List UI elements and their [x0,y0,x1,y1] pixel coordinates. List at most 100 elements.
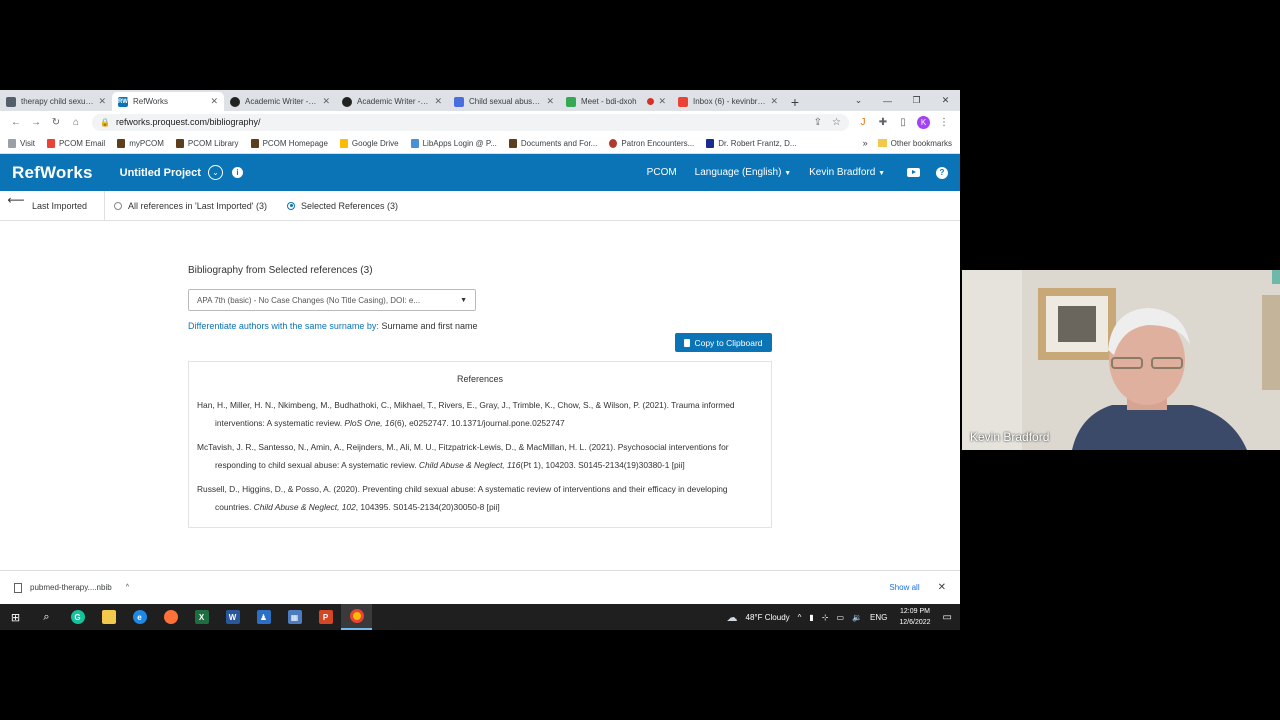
browser-menu-icon[interactable]: ⋮ [934,117,954,128]
close-tab-icon[interactable]: ✕ [770,96,778,107]
back-arrow-icon[interactable]: ⟵ [0,193,32,207]
citation-style-select[interactable]: APA 7th (basic) - No Case Changes (No Ti… [188,289,476,311]
other-bookmarks-label: Other bookmarks [890,138,952,148]
browser-tab-1[interactable]: therapy child sexual a ✕ [0,92,112,111]
radio-button[interactable] [114,201,122,210]
references-header: References [456,374,504,384]
user-menu[interactable]: Kevin Bradford ▼ [809,167,885,178]
downloaded-file[interactable]: pubmed-therapy....nbib ^ [14,582,129,593]
extension-icon[interactable]: J [853,117,873,128]
other-bookmarks[interactable]: Other bookmarks [877,138,952,148]
profile-avatar[interactable]: K [917,115,930,129]
taskbar-file-explorer[interactable] [93,604,124,630]
bookmark-item[interactable]: Google Drive [339,138,399,148]
windows-taskbar: ⊞ ⌕ G e X W ♟ ▦ P ☁ 48°F Cloudy ^ ▮ ⊹ ▭ … [0,604,960,630]
puzzle-extensions-icon[interactable]: ✚ [873,117,893,128]
side-panel-icon[interactable]: ▯ [893,117,913,128]
close-tab-icon[interactable]: ✕ [322,96,330,107]
close-tab-icon[interactable]: ✕ [210,96,218,107]
bookmark-item[interactable]: PCOM Email [46,138,105,148]
chevron-up-icon[interactable]: ^ [798,613,802,622]
back-icon[interactable]: ← [6,117,26,128]
weather-text[interactable]: 48°F Cloudy [746,613,790,622]
bookmark-item[interactable]: Documents and For... [508,138,597,148]
file-icon [14,582,22,593]
browser-tab-4[interactable]: Academic Writer - Bu ✕ [336,92,448,111]
taskbar-firefox[interactable] [155,604,186,630]
minimize-icon[interactable]: — [873,96,902,106]
institution-link[interactable]: PCOM [647,167,677,178]
refworks-logo[interactable]: RefWorks [12,163,93,183]
taskbar-powerpoint[interactable]: P [310,604,341,630]
chevron-up-icon[interactable]: ^ [126,584,129,591]
copy-to-clipboard-button[interactable]: Copy to Clipboard [675,333,772,352]
browser-tab-7[interactable]: Inbox (6) - kevinbr2@ ✕ [672,92,784,111]
new-tab-button[interactable]: + [784,92,806,111]
notifications-icon[interactable]: ▭ [943,612,952,623]
bookmark-item[interactable]: LibApps Login @ P... [410,138,497,148]
taskbar-excel[interactable]: X [186,604,217,630]
show-all-downloads[interactable]: Show all [889,583,919,592]
bookmark-item[interactable]: PCOM Library [175,138,239,148]
language-menu[interactable]: Language (English) ▼ [695,167,791,178]
volume-icon[interactable]: 🔉 [852,613,862,622]
taskbar-word[interactable]: W [217,604,248,630]
browser-tab-6[interactable]: Meet - bdi-dxoh ✕ [560,92,672,111]
bookmark-item[interactable]: myPCOM [117,138,164,148]
radio-selected-references[interactable]: Selected References (3) [287,201,398,211]
tab-search-icon[interactable]: ⌄ [844,95,873,106]
radio-all-references[interactable]: All references in 'Last Imported' (3) [114,201,267,211]
browser-tab-3[interactable]: Academic Writer - Ho ✕ [224,92,336,111]
bookmark-item[interactable]: Patron Encounters... [609,138,694,148]
reload-icon[interactable]: ↻ [46,117,66,128]
video-tutorial-icon[interactable] [907,168,920,177]
battery-icon[interactable]: ▭ [837,613,845,622]
help-icon[interactable]: ? [936,166,948,179]
more-bookmarks-icon[interactable]: » [863,138,868,148]
network-icon[interactable]: ⊹ [822,613,829,622]
calculator-icon: ▦ [287,610,302,624]
clock[interactable]: 12:09 PM 12/6/2022 [899,606,930,628]
browser-tab-2[interactable]: RW RefWorks ✕ [112,92,224,111]
info-icon[interactable]: i [231,167,243,178]
language-indicator[interactable]: ENG [870,613,887,622]
project-chevron-icon[interactable]: ⌄ [207,165,223,180]
search-button[interactable]: ⌕ [31,604,62,630]
bookmark-label: LibApps Login @ P... [422,138,497,148]
bookmark-star-icon[interactable]: ☆ [832,117,841,128]
differentiate-authors-row: Differentiate authors with the same surn… [188,321,478,331]
caret-down-icon: ▼ [784,170,792,177]
address-bar[interactable]: 🔒 refworks.proquest.com/bibliography/ ⇪ … [92,113,849,131]
close-tab-icon[interactable]: ✕ [658,96,666,107]
taskbar-app[interactable]: ♟ [248,604,279,630]
start-button[interactable]: ⊞ [0,604,31,630]
forward-icon[interactable]: → [26,117,46,128]
bookmark-item[interactable]: Dr. Robert Frantz, D... [706,138,797,148]
cloud-icon: ☁ [726,611,738,624]
close-icon[interactable]: ✕ [938,582,946,593]
differentiate-authors-link[interactable]: Differentiate authors with the same surn… [188,321,379,331]
project-name[interactable]: Untitled Project [120,167,201,179]
taskbar-grammarly[interactable]: G [62,604,93,630]
maximize-icon[interactable]: ❐ [902,95,931,106]
close-tab-icon[interactable]: ✕ [98,96,106,107]
url-text: refworks.proquest.com/bibliography/ [115,117,261,127]
taskbar-edge[interactable]: e [124,604,155,630]
app-icon: ♟ [256,610,271,624]
browser-tab-5[interactable]: Child sexual abuse - D ✕ [448,92,560,111]
radio-button-checked[interactable] [287,201,295,210]
tab-title: Academic Writer - Ho [245,97,319,106]
taskbar-calculator[interactable]: ▦ [279,604,310,630]
home-icon[interactable]: ⌂ [66,117,86,128]
close-tab-icon[interactable]: ✕ [434,96,442,107]
close-tab-icon[interactable]: ✕ [546,96,554,107]
taskbar-chrome[interactable] [341,604,372,630]
window-controls: ⌄ — ❐ ✕ [844,90,960,111]
reference-source: Child Abuse & Neglect, 116 [418,459,521,470]
bookmark-item[interactable]: Visit [8,138,35,148]
folder-name[interactable]: Last Imported [32,201,104,211]
bookmark-item[interactable]: PCOM Homepage [250,138,328,148]
tab-favicon [566,96,576,107]
close-window-icon[interactable]: ✕ [931,95,960,106]
share-icon[interactable]: ⇪ [814,117,822,128]
